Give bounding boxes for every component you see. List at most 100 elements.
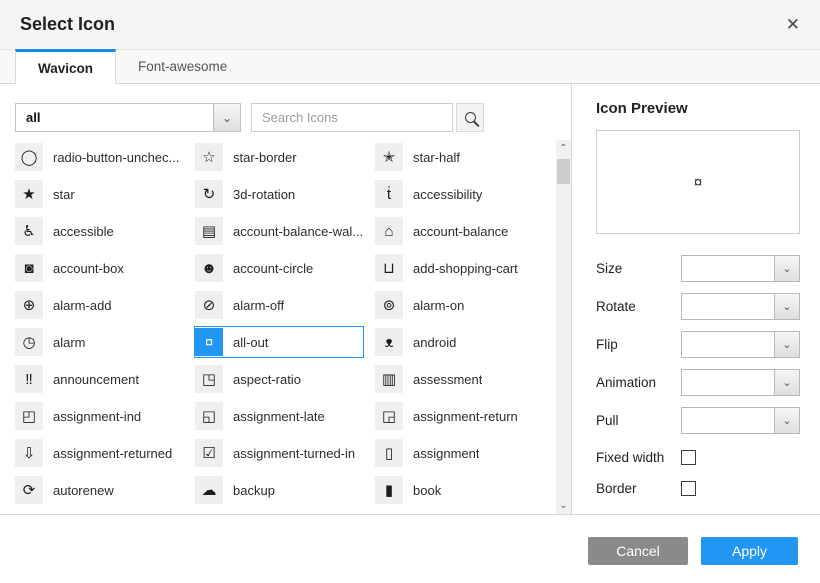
size-select[interactable]: ⌄ (681, 255, 800, 282)
chevron-down-icon[interactable]: ⌄ (774, 294, 799, 319)
dialog-header: Select Icon ✕ (0, 0, 820, 50)
scrollbar-thumb[interactable] (557, 159, 570, 184)
tab-font-awesome[interactable]: Font-awesome (116, 49, 249, 83)
icon-list-item[interactable]: ◱assignment-late (194, 400, 364, 432)
assignment-ind-icon: ◰ (15, 402, 43, 430)
icon-browser-panel: all ⌄ ◯ radio-button-unchec... ☆ star-borde… (0, 84, 572, 514)
setting-row-animation: Animation ⌄ (596, 369, 800, 396)
assessment-icon: ▥ (375, 365, 403, 393)
icon-list-item[interactable]: ⇩ assignment-returned (14, 437, 184, 469)
icon-name-label: alarm (53, 335, 86, 350)
search-button[interactable] (456, 103, 484, 132)
chevron-down-icon[interactable]: ⌄ (774, 408, 799, 433)
alarm-icon: ◷ (15, 328, 43, 356)
icon-list-item[interactable]: ⟳autorenew (14, 474, 184, 506)
checkbox-row-border: Border (596, 481, 800, 496)
icon-list-item[interactable]: ⊚ alarm-on (374, 289, 544, 321)
icon-list-item[interactable]: ṫ accessibility (374, 178, 544, 210)
star-border-icon: ☆ (195, 143, 223, 171)
icon-preview-panel: Icon Preview ¤ Size⌄Rotate⌄Flip⌄Animatio… (572, 84, 820, 514)
icon-list-item[interactable]: ◲assignment-return (374, 400, 544, 432)
chevron-down-icon[interactable]: ⌄ (213, 104, 240, 131)
icon-list-item[interactable]: ▮book (374, 474, 544, 506)
radio-button-unchec-icon: ◯ (15, 143, 43, 171)
icon-name-label: autorenew (53, 483, 114, 498)
3d-rotation-icon: ↻ (195, 180, 223, 208)
close-icon[interactable]: ✕ (786, 16, 800, 33)
animation-select[interactable]: ⌄ (681, 369, 800, 396)
border-checkbox[interactable] (681, 481, 696, 496)
category-select[interactable]: all ⌄ (15, 103, 241, 132)
icon-list-item-selected[interactable]: ¤all-out (194, 326, 364, 358)
chevron-down-icon[interactable]: ⌄ (774, 332, 799, 357)
icon-name-label: assessment (413, 372, 482, 387)
icon-list-item[interactable]: ⌂account-balance (374, 215, 544, 247)
pull-select[interactable]: ⌄ (681, 407, 800, 434)
icon-name-label: assignment-late (233, 409, 325, 424)
scrollbar-down-icon[interactable]: ⌄ (556, 498, 571, 513)
icon-list-item[interactable]: ▯assignment (374, 437, 544, 469)
setting-label: Rotate (596, 299, 681, 314)
icon-list-item[interactable]: ♿accessible (14, 215, 184, 247)
icon-list-item[interactable]: ◳aspect-ratio (194, 363, 364, 395)
icon-preview-box: ¤ (596, 130, 800, 234)
icon-name-label: radio-button-unchec... (53, 150, 179, 165)
checkbox-label: Fixed width (596, 450, 681, 465)
flip-select[interactable]: ⌄ (681, 331, 800, 358)
scrollbar[interactable]: ⌃ ⌄ (556, 140, 571, 514)
apply-button[interactable]: Apply (701, 537, 798, 565)
search-input[interactable] (251, 103, 453, 132)
icon-list-item[interactable]: ◯ radio-button-unchec... (14, 141, 184, 173)
icon-checkbox-rows: Fixed width Border (596, 450, 800, 496)
icon-list-item[interactable]: ▤account-balance-wal... (194, 215, 364, 247)
checkbox-label: Border (596, 481, 681, 496)
account-circle-icon: ☻ (195, 254, 223, 282)
icon-name-label: account-balance (413, 224, 508, 239)
icon-name-label: accessibility (413, 187, 482, 202)
setting-label: Pull (596, 413, 681, 428)
icon-list-item[interactable]: ★star (14, 178, 184, 210)
chevron-down-icon[interactable]: ⌄ (774, 256, 799, 281)
setting-label: Animation (596, 375, 681, 390)
fixed-width-checkbox[interactable] (681, 450, 696, 465)
icon-list-item[interactable]: ⊘alarm-off (194, 289, 364, 321)
accessibility-icon: ṫ (375, 180, 403, 208)
setting-row-flip: Flip⌄ (596, 331, 800, 358)
icon-list-item[interactable]: ◙account-box (14, 252, 184, 284)
icon-name-label: alarm-on (413, 298, 464, 313)
add-shopping-cart-icon: ⊔ (375, 254, 403, 282)
cancel-button[interactable]: Cancel (588, 537, 688, 565)
setting-row-rotate: Rotate ⌄ (596, 293, 800, 320)
icon-name-label: assignment-returned (53, 446, 172, 461)
icon-list-item[interactable]: ✭star-half (374, 141, 544, 173)
tab-wavicon[interactable]: Wavicon (15, 49, 116, 84)
icon-grid: ◯ radio-button-unchec... ☆ star-border ✭star… (0, 132, 571, 506)
dialog-footer: Cancel Apply (0, 514, 820, 583)
scrollbar-up-icon[interactable]: ⌃ (556, 141, 571, 156)
icon-name-label: alarm-add (53, 298, 112, 313)
chevron-down-icon[interactable]: ⌄ (774, 370, 799, 395)
assignment-returned-icon: ⇩ (15, 439, 43, 467)
tab-bar: Wavicon Font-awesome (0, 50, 820, 84)
icon-list-item[interactable]: ▥ assessment (374, 363, 544, 395)
icon-list-item[interactable]: ᴥandroid (374, 326, 544, 358)
icon-list-item[interactable]: ◰assignment-ind (14, 400, 184, 432)
icon-name-label: star-border (233, 150, 297, 165)
icon-name-label: android (413, 335, 456, 350)
icon-list-item[interactable]: ⊔add-shopping-cart (374, 252, 544, 284)
icon-list-item[interactable]: ☆ star-border (194, 141, 364, 173)
star-icon: ★ (15, 180, 43, 208)
icon-list-item[interactable]: ☁backup (194, 474, 364, 506)
icon-list-item[interactable]: ⊕alarm-add (14, 289, 184, 321)
icon-list-item[interactable]: ↻3d-rotation (194, 178, 364, 210)
book-icon: ▮ (375, 476, 403, 504)
icon-list-item[interactable]: ☻account-circle (194, 252, 364, 284)
rotate-select[interactable]: ⌄ (681, 293, 800, 320)
icon-list-item[interactable]: ‼announcement (14, 363, 184, 395)
search-icon (465, 112, 476, 123)
alarm-on-icon: ⊚ (375, 291, 403, 319)
icon-name-label: assignment-return (413, 409, 518, 424)
icon-list-item[interactable]: ☑assignment-turned-in (194, 437, 364, 469)
account-balance-wal-icon: ▤ (195, 217, 223, 245)
icon-list-item[interactable]: ◷ alarm (14, 326, 184, 358)
